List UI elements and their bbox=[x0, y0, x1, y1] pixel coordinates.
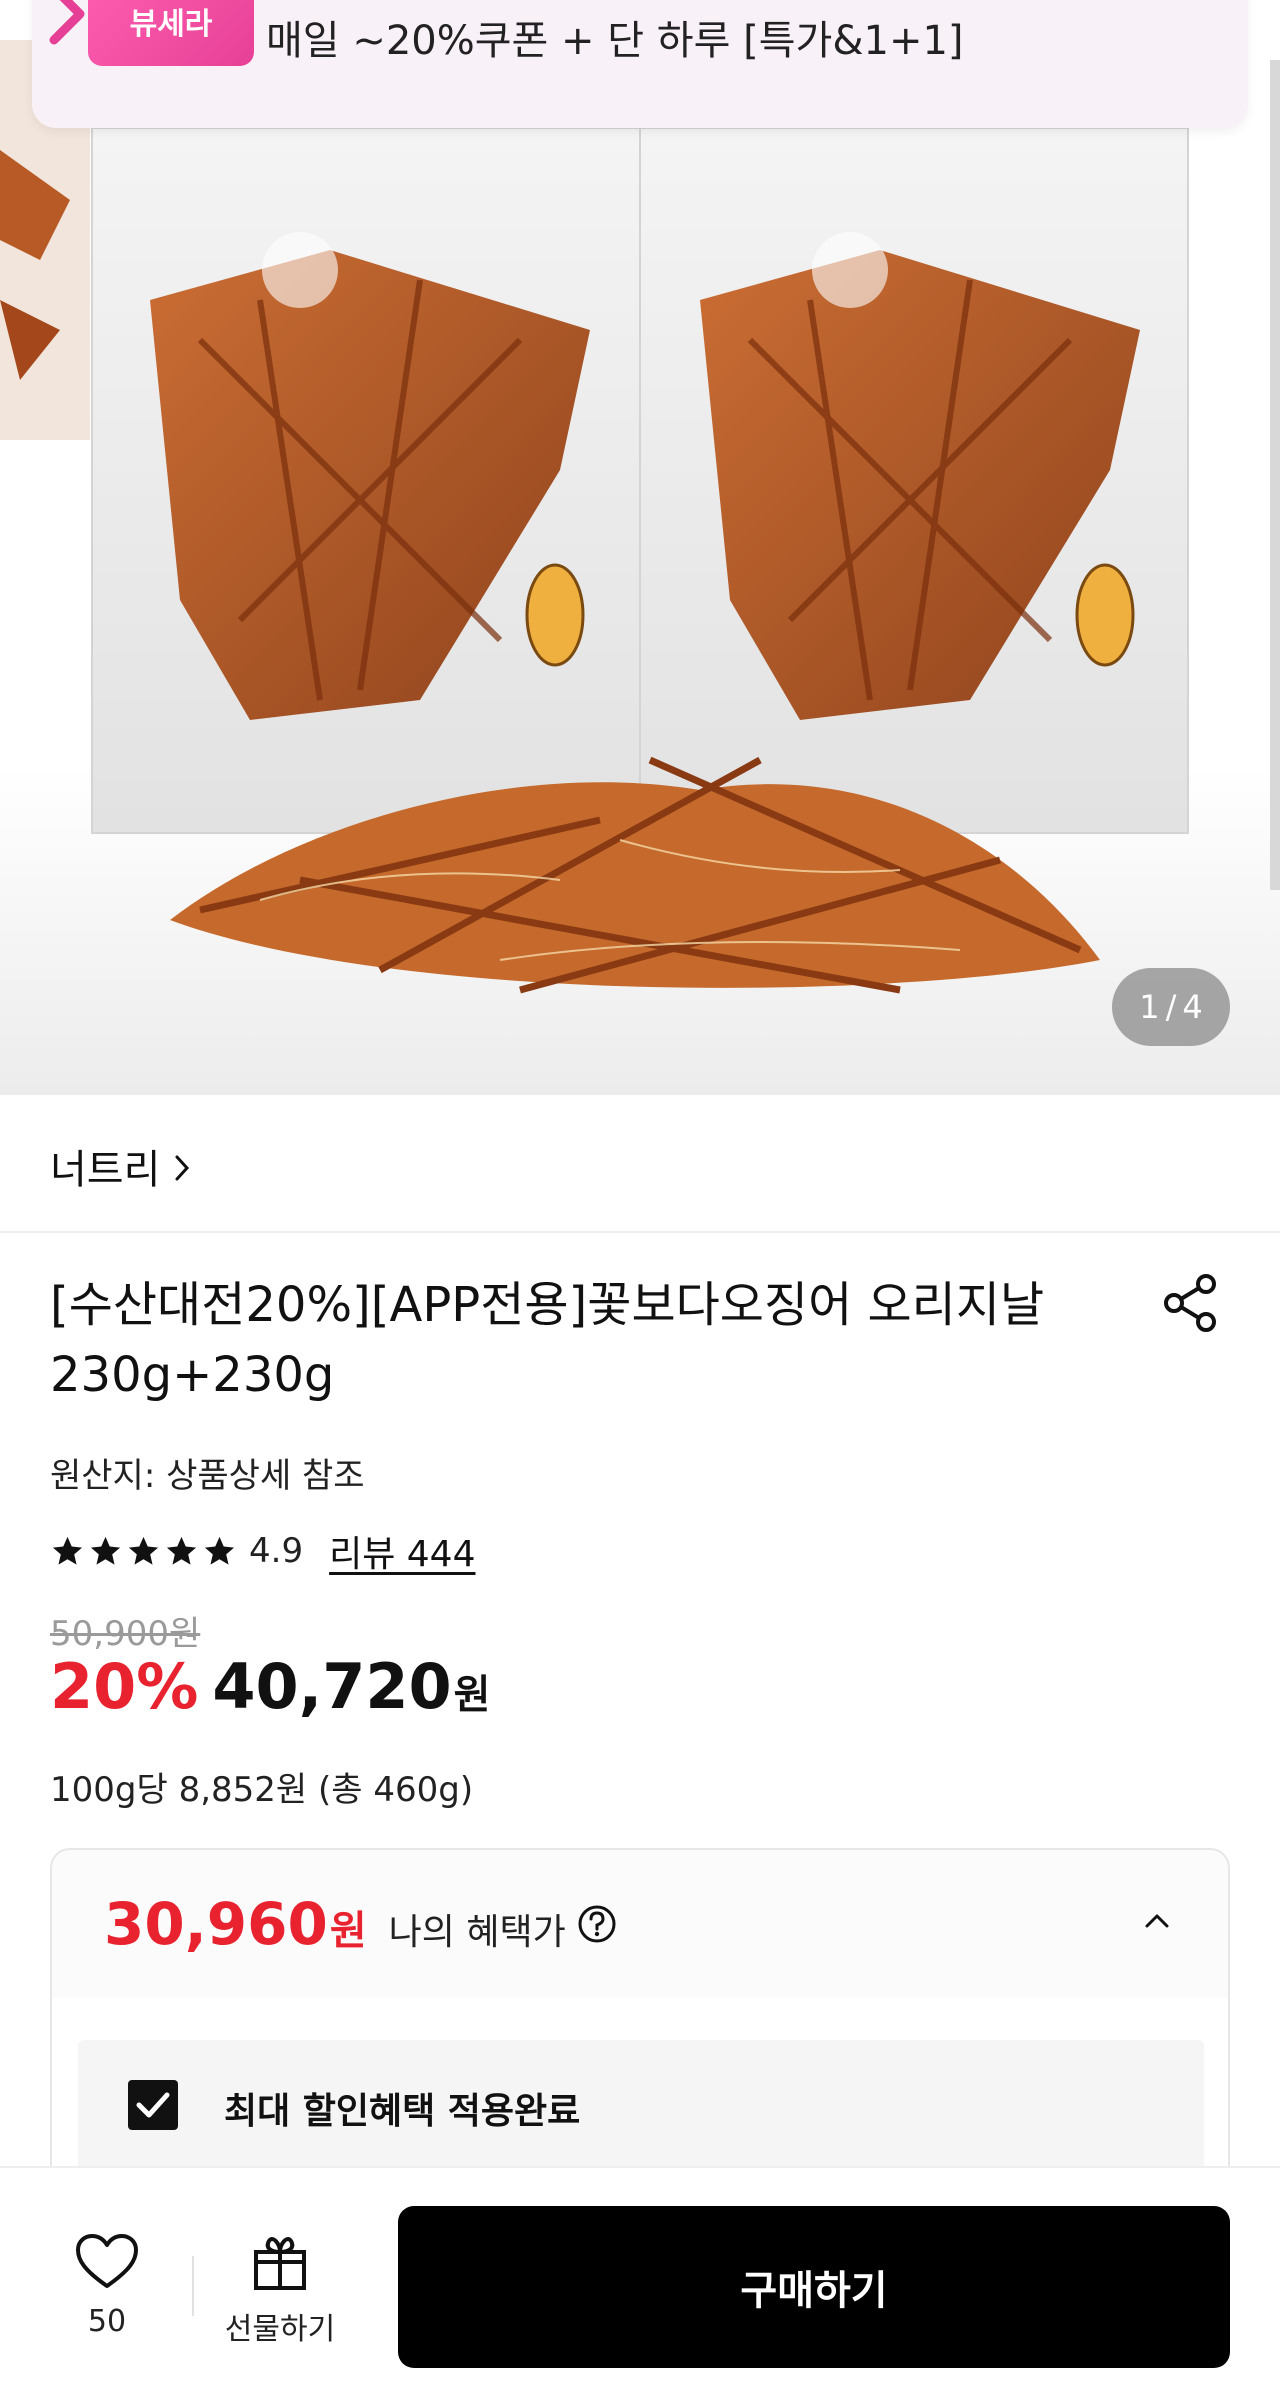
rating-stars bbox=[50, 1534, 237, 1569]
benefit-label: 나의 혜택가 bbox=[388, 1912, 566, 1953]
star-icon bbox=[166, 1536, 197, 1565]
like-button[interactable]: 50 bbox=[70, 2232, 144, 2339]
review-link[interactable]: 리뷰 444 bbox=[329, 1525, 475, 1577]
benefit-applied-label: 최대 할인혜택 적용완료 bbox=[224, 2091, 581, 2132]
gallery-counter: 1 / 4 bbox=[1112, 968, 1230, 1046]
gift-icon bbox=[254, 2237, 306, 2290]
product-photo bbox=[0, 40, 1280, 994]
heart-icon bbox=[76, 2234, 138, 2288]
gallery-total: 4 bbox=[1182, 988, 1203, 1026]
benefit-applied-row: 최대 할인혜택 적용완료 bbox=[78, 2040, 1204, 2170]
benefit-price-row: 30,960 원 나의 혜택가 bbox=[104, 1890, 618, 1958]
benefit-price-unit: 원 bbox=[329, 1908, 367, 1954]
original-price: 50,900원 bbox=[50, 1614, 201, 1654]
sale-price: 40,720 bbox=[212, 1650, 452, 1723]
brand-link[interactable]: 너트리 bbox=[0, 1095, 1280, 1233]
gallery-current: 1 bbox=[1139, 988, 1160, 1026]
price-unit: 원 bbox=[453, 1672, 491, 1718]
benefit-checkbox[interactable] bbox=[128, 2080, 178, 2130]
buy-button[interactable]: 구매하기 bbox=[398, 2206, 1230, 2368]
rating-row: 4.9 리뷰 444 bbox=[50, 1525, 475, 1577]
chevron-right-icon bbox=[175, 1155, 190, 1181]
product-title: [수산대전20%][APP전용]꽃보다오징어 오리지날 230g+230g bbox=[50, 1277, 1045, 1403]
like-count: 50 bbox=[87, 2304, 127, 2339]
help-icon[interactable] bbox=[576, 1903, 618, 1945]
gift-label: 선물하기 bbox=[224, 2312, 336, 2347]
star-icon bbox=[90, 1536, 121, 1565]
star-icon bbox=[204, 1536, 235, 1565]
price-row: 20% 40,720 원 bbox=[50, 1650, 490, 1723]
divider bbox=[192, 2256, 194, 2316]
bottom-action-bar: 50 선물하기 구매하기 bbox=[0, 2166, 1280, 2403]
star-icon bbox=[128, 1536, 159, 1565]
gift-button[interactable]: 선물하기 bbox=[222, 2232, 338, 2348]
discount-rate: 20% bbox=[50, 1650, 199, 1723]
origin-info: 원산지: 상품상세 참조 bbox=[50, 1456, 365, 1496]
promo-text: 매일 ~20%쿠폰 + 단 하루 [특가&1+1] bbox=[266, 18, 964, 64]
star-icon bbox=[52, 1536, 83, 1565]
unit-price: 100g당 8,852원 (총 460g) bbox=[50, 1770, 474, 1810]
gallery-separator: / bbox=[1165, 988, 1177, 1026]
chevron-right-icon[interactable] bbox=[32, 0, 102, 50]
chevron-up-icon[interactable] bbox=[1142, 1910, 1172, 1932]
promo-banner[interactable]: 뷰세라 매일 ~20%쿠폰 + 단 하루 [특가&1+1] bbox=[32, 0, 1248, 128]
promo-badge: 뷰세라 bbox=[88, 0, 254, 66]
share-icon[interactable] bbox=[1160, 1272, 1222, 1334]
check-icon bbox=[136, 2092, 170, 2118]
benefit-price: 30,960 bbox=[104, 1890, 328, 1958]
product-image-gallery[interactable]: 뷰세라 매일 ~20%쿠폰 + 단 하루 [특가&1+1] 1 / 4 bbox=[0, 0, 1280, 1095]
rating-value: 4.9 bbox=[249, 1531, 304, 1571]
benefit-header[interactable]: 30,960 원 나의 혜택가 bbox=[52, 1850, 1228, 1998]
brand-name: 너트리 bbox=[50, 1147, 161, 1193]
